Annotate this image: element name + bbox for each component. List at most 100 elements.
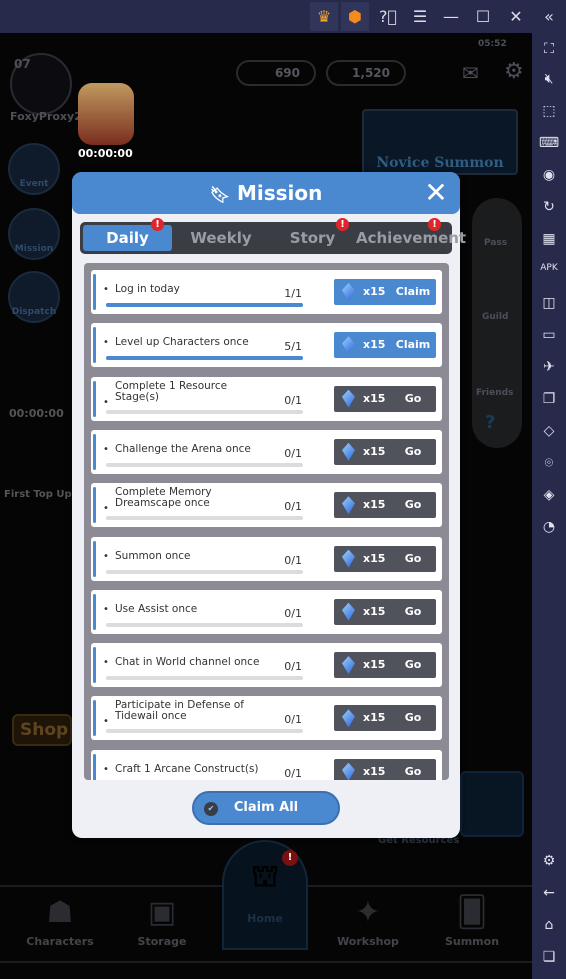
gems-counter[interactable]: 690 — [236, 60, 316, 86]
rotate-icon[interactable]: ↻ — [532, 199, 566, 215]
speed-icon[interactable]: ◔ — [532, 519, 566, 535]
claim-button[interactable]: x15 Claim — [334, 332, 436, 359]
badge-icon[interactable]: ⬢ — [341, 2, 369, 31]
menu-icon[interactable]: ☰ — [406, 2, 434, 31]
claim-all-button[interactable]: ✔ Claim All — [192, 791, 340, 825]
fullscreen-icon[interactable]: ⛶ — [532, 41, 566, 57]
timer-label[interactable]: 00:00:00 — [9, 407, 64, 420]
close-icon[interactable]: ✕ — [502, 2, 530, 31]
go-button[interactable]: x15 Go — [334, 758, 436, 780]
gem-icon — [342, 283, 355, 301]
progress-bar — [106, 356, 303, 361]
screenshot-icon[interactable]: ◫ — [532, 295, 566, 311]
action-label: Go — [404, 604, 422, 618]
go-button[interactable]: x15 Go — [334, 545, 436, 572]
dispatch-label: Dispatch — [11, 307, 57, 317]
layers-icon[interactable]: ◈ — [532, 487, 566, 503]
first-top-up-button[interactable]: First Top Up — [4, 489, 72, 500]
dialog-header: 🔖︎ Mission ✕ — [72, 172, 460, 214]
claim-button[interactable]: x15 Claim — [334, 279, 436, 305]
get-resources-button[interactable] — [460, 771, 524, 837]
help-icon[interactable]: ?⃝ — [374, 2, 402, 31]
mission-title: Summon once — [115, 549, 191, 562]
macro-icon[interactable]: ▦ — [532, 231, 566, 247]
progress-bar — [106, 569, 303, 574]
airplane-icon[interactable]: ✈ — [532, 359, 566, 375]
mission-progress: 1/1 — [284, 287, 302, 300]
action-label: Claim — [395, 338, 431, 352]
gold-counter[interactable]: 1,520 — [326, 60, 406, 86]
minimize-icon[interactable]: — — [437, 2, 465, 31]
mission-progress: 0/1 — [284, 606, 302, 620]
location-icon[interactable]: ⌾ — [532, 455, 566, 471]
event-button[interactable]: Event — [8, 143, 60, 195]
back-icon[interactable]: ← — [532, 885, 566, 901]
pass-button[interactable]: Pass — [484, 238, 507, 248]
nav-workshop[interactable]: ✦ Workshop — [318, 887, 418, 948]
multi-instance-icon[interactable]: ❐ — [532, 391, 566, 407]
shop-button[interactable]: Shop — [12, 714, 72, 746]
novice-summon-banner[interactable]: Novice Summon — [362, 109, 518, 175]
mission-title: Complete 1 Resource Stage(s) — [115, 379, 228, 403]
go-button[interactable]: x15 Go — [334, 652, 436, 679]
maximize-icon[interactable]: ☐ — [469, 2, 497, 31]
action-label: Claim — [395, 285, 431, 298]
help-circle-icon[interactable]: ? — [485, 412, 495, 433]
go-button[interactable]: x15 Go — [334, 492, 436, 519]
mission-button[interactable]: Mission — [8, 208, 60, 260]
keyboard-icon[interactable]: ⌨ — [532, 135, 566, 151]
bullet: • — [103, 284, 109, 295]
row-accent — [93, 274, 96, 310]
mission-label: Mission — [14, 244, 54, 254]
mission-row: • Summon once 0/1 x15 Go — [91, 536, 442, 581]
action-label: Go — [404, 711, 422, 725]
guild-button[interactable]: Guild — [482, 312, 508, 322]
bullet: • — [103, 396, 109, 408]
apk-icon[interactable]: APK — [532, 263, 566, 273]
nav-home[interactable]: ⛫ Home ! — [222, 840, 308, 950]
go-button[interactable]: x15 Go — [334, 385, 436, 412]
achievement-alert-badge: ! — [428, 218, 441, 231]
mission-progress: 0/1 — [284, 446, 302, 460]
close-dialog-button[interactable]: ✕ — [420, 176, 452, 210]
settings-icon[interactable]: ⚙ — [532, 853, 566, 869]
recent-apps-icon[interactable]: ❏ — [532, 949, 566, 965]
clock: 05:52 — [478, 39, 507, 49]
characters-icon: ☗ — [46, 895, 74, 930]
go-button[interactable]: x15 Go — [334, 598, 436, 625]
mission-row: • Use Assist once 0/1 x15 Go — [91, 589, 442, 634]
record-icon[interactable]: ◉ — [532, 167, 566, 183]
gem-icon — [342, 336, 355, 355]
mission-title: Chat in World channel once — [115, 656, 260, 669]
bullet: • — [103, 603, 109, 615]
folder-icon[interactable]: ▭ — [532, 327, 566, 343]
gem-icon — [342, 656, 355, 675]
collapse-icon[interactable]: « — [535, 2, 563, 31]
mission-progress: 5/1 — [284, 340, 302, 354]
mute-icon[interactable]: 🔇︎ — [532, 71, 566, 87]
nav-storage[interactable]: ▣ Storage — [112, 887, 212, 948]
go-button[interactable]: x15 Go — [334, 438, 436, 465]
eraser-icon[interactable]: ◇ — [532, 423, 566, 439]
gem-icon — [342, 442, 355, 461]
mission-list[interactable]: • Log in today 1/1 x15 Claim • Level up … — [84, 263, 449, 780]
pointer-icon[interactable]: ⬚ — [532, 103, 566, 119]
settings-gear-icon[interactable]: ⚙ — [504, 59, 524, 84]
home-icon[interactable]: ⌂ — [532, 917, 566, 933]
gem-icon — [342, 549, 355, 568]
mail-icon[interactable]: ✉ — [462, 61, 479, 85]
gem-chest-icon[interactable] — [78, 83, 134, 145]
mission-progress: 0/1 — [284, 713, 302, 727]
mission-title: Participate in Defense of Tidewail once — [115, 699, 245, 723]
crown-icon[interactable]: ♛ — [310, 2, 338, 31]
friends-button[interactable]: Friends — [476, 388, 513, 398]
nav-characters[interactable]: ☗ Characters — [10, 887, 110, 948]
mission-dialog: 🔖︎ Mission ✕ Daily Weekly Story Achievem… — [72, 172, 466, 838]
dispatch-button[interactable]: Dispatch — [8, 271, 60, 323]
nav-summon[interactable]: 🂠 Summon — [422, 887, 522, 948]
row-accent — [93, 700, 96, 737]
go-button[interactable]: x15 Go — [334, 705, 436, 732]
mission-row: • Challenge the Arena once 0/1 x15 Go — [91, 429, 442, 474]
action-label: Go — [404, 764, 422, 778]
tab-weekly[interactable]: Weekly — [176, 225, 266, 251]
